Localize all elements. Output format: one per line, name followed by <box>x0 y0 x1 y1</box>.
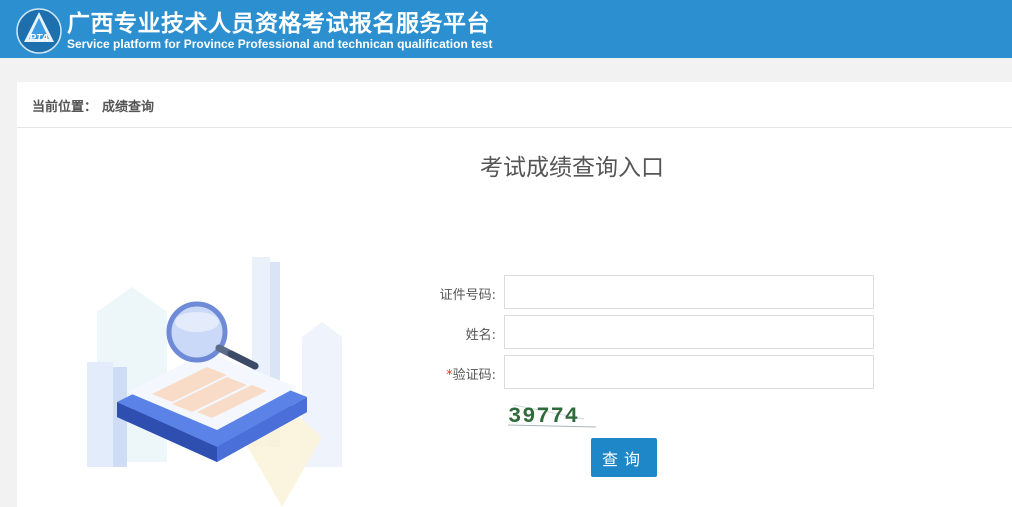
breadcrumb: 当前位置： 成绩查询 <box>17 82 1012 128</box>
id-number-input[interactable] <box>504 275 874 309</box>
captcha-label-text: 验证码: <box>452 368 496 383</box>
site-subtitle: Service platform for Province Profession… <box>67 37 493 51</box>
captcha-row: *验证码: <box>412 355 882 391</box>
id-number-label: 证件号码: <box>439 288 496 303</box>
id-number-row: 证件号码: <box>412 275 882 311</box>
breadcrumb-label: 当前位置： <box>32 100 98 115</box>
breadcrumb-current: 成绩查询 <box>102 100 155 115</box>
content-panel: 当前位置： 成绩查询 考试成绩查询入口 证件号码: 姓名: *验证码: 3977… <box>17 82 1012 507</box>
captcha-label: *验证码: <box>412 364 496 383</box>
site-title: 广西专业技术人员资格考试报名服务平台 <box>67 11 490 37</box>
page-title: 考试成绩查询入口 <box>480 155 664 181</box>
name-row: 姓名: <box>412 315 882 351</box>
name-input[interactable] <box>504 315 874 349</box>
search-illustration <box>87 257 342 507</box>
captcha-image[interactable]: 39774 <box>504 397 600 433</box>
name-label: 姓名: <box>465 328 496 343</box>
captcha-text: 39774 <box>508 404 579 429</box>
site-header: PTA 广西专业技术人员资格考试报名服务平台 Service platform … <box>0 0 1012 58</box>
search-button[interactable]: 查询 <box>591 438 657 477</box>
captcha-input[interactable] <box>504 355 874 389</box>
pta-logo-icon: PTA <box>16 8 62 54</box>
logo-text: PTA <box>29 33 48 44</box>
